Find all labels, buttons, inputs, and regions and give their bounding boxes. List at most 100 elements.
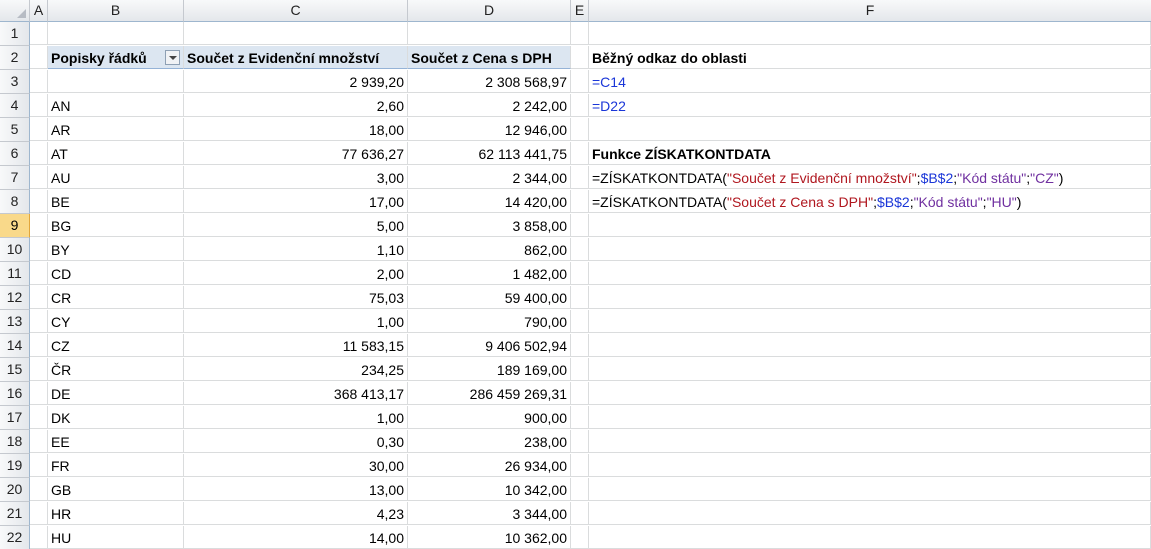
- cell-a1[interactable]: [30, 22, 48, 45]
- cell-d9[interactable]: 3 858,00: [408, 214, 571, 237]
- cell-a12[interactable]: [30, 286, 48, 309]
- cell-e14[interactable]: [571, 334, 589, 357]
- cell-b21[interactable]: HR: [48, 502, 184, 525]
- cell-b20[interactable]: GB: [48, 478, 184, 501]
- row-header[interactable]: 9: [0, 214, 30, 238]
- cell-b16[interactable]: DE: [48, 382, 184, 405]
- cell-b9[interactable]: BG: [48, 214, 184, 237]
- cell-c5[interactable]: 18,00: [184, 118, 408, 141]
- cell-c12[interactable]: 75,03: [184, 286, 408, 309]
- row-header[interactable]: 18: [0, 430, 30, 454]
- cell-e1[interactable]: [571, 22, 589, 45]
- cell-e2[interactable]: [571, 46, 589, 69]
- cell-a3[interactable]: [30, 70, 48, 93]
- cell-d10[interactable]: 862,00: [408, 238, 571, 261]
- cell-c16[interactable]: 368 413,17: [184, 382, 408, 405]
- cell-c11[interactable]: 2,00: [184, 262, 408, 285]
- row-header[interactable]: 15: [0, 358, 30, 382]
- row-header[interactable]: 12: [0, 286, 30, 310]
- cell-a8[interactable]: [30, 190, 48, 213]
- cell-d14[interactable]: 9 406 502,94: [408, 334, 571, 357]
- row-header[interactable]: 11: [0, 262, 30, 286]
- cell-d12[interactable]: 59 400,00: [408, 286, 571, 309]
- cell-a17[interactable]: [30, 406, 48, 429]
- cell-b5[interactable]: AR: [48, 118, 184, 141]
- row-header[interactable]: 20: [0, 478, 30, 502]
- cell-f17[interactable]: [589, 406, 1151, 429]
- column-header-d[interactable]: D: [408, 0, 571, 22]
- row-header[interactable]: 14: [0, 334, 30, 358]
- cell-b12[interactable]: CR: [48, 286, 184, 309]
- cell-a6[interactable]: [30, 142, 48, 165]
- cell-b18[interactable]: EE: [48, 430, 184, 453]
- row-header[interactable]: 3: [0, 70, 30, 94]
- cell-b8[interactable]: BE: [48, 190, 184, 213]
- cell-e10[interactable]: [571, 238, 589, 261]
- cell-f16[interactable]: [589, 382, 1151, 405]
- cell-e20[interactable]: [571, 478, 589, 501]
- cell-d2[interactable]: Součet z Cena s DPH: [408, 46, 571, 69]
- cell-d5[interactable]: 12 946,00: [408, 118, 571, 141]
- cell-a22[interactable]: [30, 526, 48, 549]
- cell-c17[interactable]: 1,00: [184, 406, 408, 429]
- cell-e16[interactable]: [571, 382, 589, 405]
- row-header[interactable]: 10: [0, 238, 30, 262]
- cell-d1[interactable]: [408, 22, 571, 45]
- cell-d3[interactable]: 2 308 568,97: [408, 70, 571, 93]
- cell-b1[interactable]: [48, 22, 184, 45]
- row-header[interactable]: 17: [0, 406, 30, 430]
- cell-a16[interactable]: [30, 382, 48, 405]
- cell-b15[interactable]: ČR: [48, 358, 184, 381]
- cell-a4[interactable]: [30, 94, 48, 117]
- cell-f14[interactable]: [589, 334, 1151, 357]
- cell-a9[interactable]: [30, 214, 48, 237]
- cell-e15[interactable]: [571, 358, 589, 381]
- cell-a11[interactable]: [30, 262, 48, 285]
- cell-a2[interactable]: [30, 46, 48, 69]
- filter-dropdown-icon[interactable]: [165, 50, 180, 65]
- cell-d15[interactable]: 189 169,00: [408, 358, 571, 381]
- cell-e6[interactable]: [571, 142, 589, 165]
- cell-d11[interactable]: 1 482,00: [408, 262, 571, 285]
- cell-d20[interactable]: 10 342,00: [408, 478, 571, 501]
- cell-f21[interactable]: [589, 502, 1151, 525]
- cell-e22[interactable]: [571, 526, 589, 549]
- cell-e7[interactable]: [571, 166, 589, 189]
- cell-d13[interactable]: 790,00: [408, 310, 571, 333]
- cell-e17[interactable]: [571, 406, 589, 429]
- cell-f13[interactable]: [589, 310, 1151, 333]
- column-header-e[interactable]: E: [571, 0, 589, 22]
- cell-c9[interactable]: 5,00: [184, 214, 408, 237]
- cell-f10[interactable]: [589, 238, 1151, 261]
- cell-a21[interactable]: [30, 502, 48, 525]
- cell-a15[interactable]: [30, 358, 48, 381]
- row-header[interactable]: 2: [0, 46, 30, 70]
- row-header[interactable]: 7: [0, 166, 30, 190]
- column-header-c[interactable]: C: [184, 0, 408, 22]
- cell-a19[interactable]: [30, 454, 48, 477]
- cell-c1[interactable]: [184, 22, 408, 45]
- cell-c22[interactable]: 14,00: [184, 526, 408, 549]
- cell-a5[interactable]: [30, 118, 48, 141]
- cell-e13[interactable]: [571, 310, 589, 333]
- cell-a10[interactable]: [30, 238, 48, 261]
- row-header[interactable]: 13: [0, 310, 30, 334]
- cell-f3[interactable]: =C14: [589, 70, 1151, 93]
- cell-f20[interactable]: [589, 478, 1151, 501]
- cell-f9[interactable]: [589, 214, 1151, 237]
- cell-b4[interactable]: AN: [48, 94, 184, 117]
- cell-c3[interactable]: 2 939,20: [184, 70, 408, 93]
- row-header[interactable]: 22: [0, 526, 30, 549]
- row-header[interactable]: 1: [0, 22, 30, 46]
- row-header[interactable]: 21: [0, 502, 30, 526]
- cell-f15[interactable]: [589, 358, 1151, 381]
- row-header[interactable]: 19: [0, 454, 30, 478]
- row-header[interactable]: 16: [0, 382, 30, 406]
- cell-e5[interactable]: [571, 118, 589, 141]
- cell-a7[interactable]: [30, 166, 48, 189]
- cell-e19[interactable]: [571, 454, 589, 477]
- cell-f1[interactable]: [589, 22, 1151, 45]
- cell-b10[interactable]: BY: [48, 238, 184, 261]
- cell-a20[interactable]: [30, 478, 48, 501]
- cell-d7[interactable]: 2 344,00: [408, 166, 571, 189]
